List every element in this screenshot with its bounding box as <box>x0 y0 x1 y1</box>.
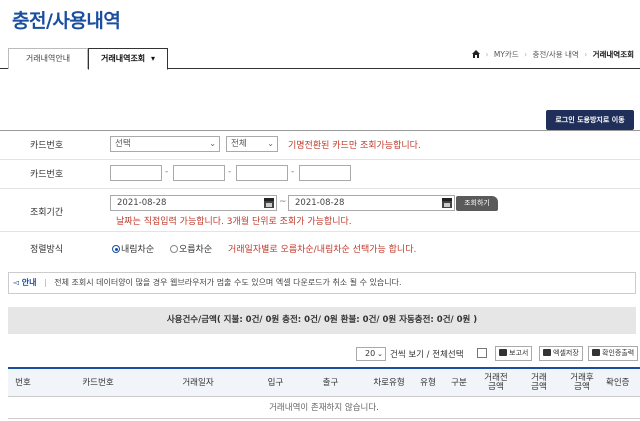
date-to-input[interactable]: 2021-08-28 <box>288 195 455 211</box>
sort-asc-label: 오름차순 <box>179 245 213 255</box>
breadcrumb-item-history[interactable]: 충전/사용 내역 <box>533 50 579 59</box>
row-divider <box>0 188 640 189</box>
breadcrumb: › MY카드 › 충전/사용 내역 › 거래내역조회 <box>472 49 634 60</box>
breadcrumb-item-current: 거래내역조회 <box>592 50 634 59</box>
select-all-checkbox[interactable] <box>477 348 487 358</box>
radio-selected-icon <box>112 245 120 253</box>
card-type-value: 전체 <box>231 139 247 149</box>
sort-desc-radio[interactable]: 내림차순 <box>112 242 154 255</box>
confirm-button-label: 확인증출력 <box>602 349 635 357</box>
page-title: 충전/사용내역 <box>12 10 121 32</box>
excel-button-label: 엑셀저장 <box>553 349 579 357</box>
card-number-label: 카드번호 <box>30 170 64 180</box>
print-confirmation-button[interactable]: 확인증출력 <box>588 346 639 361</box>
report-icon <box>499 349 507 356</box>
usage-summary: 사용건수/금액( 지불: 0건/ 0원 충전: 0건/ 0원 환불: 0건/ 0… <box>8 307 636 334</box>
empty-table-message: 거래내역이 존재하지 않습니다. <box>8 397 640 419</box>
tab-transaction-search[interactable]: 거래내역조회 ▾ <box>88 48 168 70</box>
col-entry: 입구 <box>267 377 284 388</box>
home-icon[interactable] <box>472 50 481 58</box>
card-number-field-3[interactable] <box>236 165 288 181</box>
calendar-icon[interactable] <box>264 198 274 208</box>
view-all-label: 건씩 보기 / 전체선택 <box>390 350 464 360</box>
period-note: 날짜는 직접입력 가능합니다. 3개월 단위로 조회가 가능합니다. <box>116 217 352 227</box>
col-before-amount: 거래전 금액 <box>484 373 508 392</box>
page-size-select[interactable]: 20 ⌄ <box>356 347 386 361</box>
col-exit: 출구 <box>322 377 339 388</box>
card-select-label: 카드번호 <box>30 141 64 151</box>
col-after-amount: 거래후 금액 <box>570 373 594 392</box>
breadcrumb-separator: › <box>485 50 489 59</box>
radio-icon <box>170 245 178 253</box>
card-number-field-1[interactable] <box>110 165 162 181</box>
card-type-select[interactable]: 전체 ⌄ <box>226 136 278 152</box>
chevron-down-icon: ⌄ <box>209 139 216 148</box>
sort-asc-radio[interactable]: 오름차순 <box>170 242 212 255</box>
notice-divider: | <box>43 278 47 287</box>
calendar-icon[interactable] <box>442 198 452 208</box>
card-number-field-2[interactable] <box>173 165 225 181</box>
date-to-value: 2021-08-28 <box>295 198 345 208</box>
page-size-value: 20 <box>365 349 376 358</box>
notice-tag: 안내 <box>21 278 37 287</box>
table-header: 번호 카드번호 거래일자 입구 출구 차로유형 유형 구분 거래전 금액 거래 … <box>8 367 640 397</box>
card-number-field-4[interactable] <box>299 165 351 181</box>
date-from-input[interactable]: 2021-08-28 <box>110 195 277 211</box>
row-divider <box>0 231 640 232</box>
col-number: 번호 <box>15 377 31 388</box>
col-category: 구분 <box>451 377 467 388</box>
chevron-down-icon: ▾ <box>150 54 155 63</box>
col-lane-type: 차로유형 <box>373 377 405 388</box>
col-type: 유형 <box>420 377 436 388</box>
notice-box: ◅ 안내 | 전체 조회시 데이터양이 많을 경우 웹브라우저가 멈출 수도 있… <box>8 272 636 294</box>
col-card-number: 카드번호 <box>82 377 114 388</box>
col-date: 거래일자 <box>182 377 214 388</box>
printer-icon <box>543 349 551 356</box>
chevron-down-icon: ⌄ <box>267 139 274 148</box>
col-confirmation: 확인증 <box>606 377 630 388</box>
sort-label: 정렬방식 <box>30 245 64 255</box>
card-select-note: 기명전환된 카드만 조회가능합니다. <box>288 141 421 151</box>
report-button[interactable]: 보고서 <box>495 346 533 361</box>
date-range-separator: ~ <box>279 197 287 207</box>
period-label: 조회기간 <box>30 208 64 218</box>
dash: - <box>165 167 169 177</box>
card-select[interactable]: 선택 ⌄ <box>110 136 220 152</box>
login-protection-button[interactable]: 로그인 도용방지로 이동 <box>546 110 634 130</box>
tab-label: 거래내역조회 <box>101 54 146 63</box>
printer-icon <box>592 349 600 356</box>
sort-note: 거래일자별로 오름차순/내림차순 선택가능 합니다. <box>228 245 417 255</box>
breadcrumb-separator: › <box>584 50 588 59</box>
megaphone-icon: ◅ <box>13 278 20 287</box>
card-select-value: 선택 <box>115 139 131 149</box>
row-divider <box>0 159 640 160</box>
notice-text: 전체 조회시 데이터양이 많을 경우 웹브라우저가 멈출 수도 있으며 엑셀 다… <box>54 278 402 287</box>
sort-desc-label: 내림차순 <box>121 245 155 255</box>
excel-save-button[interactable]: 엑셀저장 <box>539 346 583 361</box>
report-button-label: 보고서 <box>509 349 529 357</box>
dash: - <box>228 167 232 177</box>
dash: - <box>291 167 295 177</box>
form-top-border <box>0 130 640 131</box>
date-from-value: 2021-08-28 <box>117 198 167 208</box>
breadcrumb-separator: › <box>524 50 528 59</box>
col-amount: 거래 금액 <box>531 373 547 392</box>
search-button[interactable]: 조회하기 <box>456 196 498 211</box>
breadcrumb-item-mycard[interactable]: MY카드 <box>494 50 519 59</box>
chevron-down-icon: ⌄ <box>377 350 383 358</box>
tab-transaction-guide[interactable]: 거래내역안내 <box>8 48 88 69</box>
